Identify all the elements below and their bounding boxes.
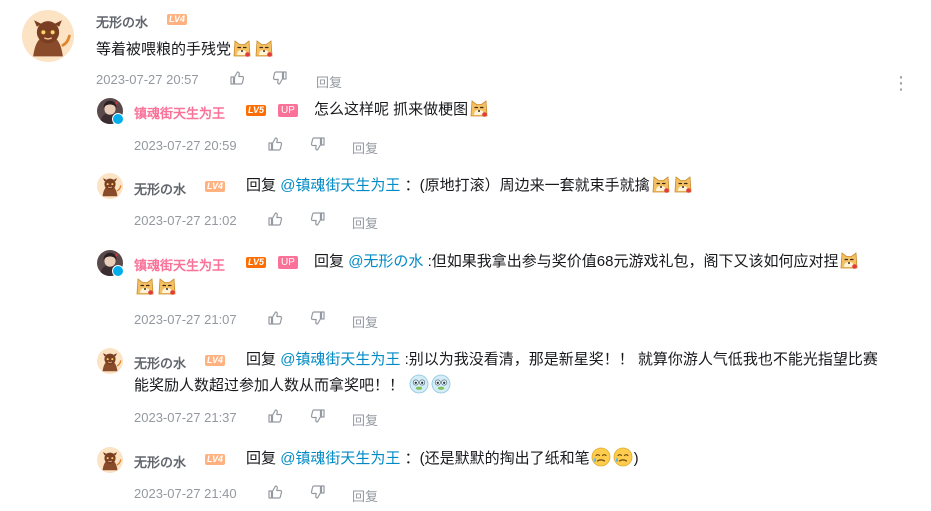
like-icon[interactable] xyxy=(267,310,283,326)
like-icon[interactable] xyxy=(267,408,283,424)
up-badge: UP xyxy=(278,256,298,269)
doge-emoji xyxy=(469,98,489,118)
level-badge: LV5 xyxy=(246,257,267,268)
cry-emoji xyxy=(613,447,633,467)
avatar[interactable] xyxy=(97,447,123,473)
reply-time: 2023-07-27 21:02 xyxy=(134,213,237,228)
mention-link[interactable]: @镇魂街天生为王 xyxy=(280,450,400,467)
doge-emoji xyxy=(651,174,671,194)
doge-emoji xyxy=(839,250,859,270)
reply-user-name[interactable]: 镇魂街天生为王 xyxy=(134,255,225,274)
reply-prefix: 回复 xyxy=(246,450,277,467)
doge-emoji xyxy=(232,38,252,58)
reply-time: 2023-07-27 21:07 xyxy=(134,312,237,327)
fish-emoji xyxy=(431,374,451,394)
reply-content: :别以为我没看清，那是新星奖！！ 就算你游人气低我也不能光指望比赛 xyxy=(404,351,878,368)
mention-link[interactable]: @镇魂街天生为王 xyxy=(280,177,400,194)
like-icon[interactable] xyxy=(229,70,245,86)
reply-user-name[interactable]: 无形の水 xyxy=(134,179,186,198)
comment-text: 等着被喂粮的手残党 xyxy=(96,38,275,62)
reply-time: 2023-07-27 21:37 xyxy=(134,410,237,425)
level-badge: LV4 xyxy=(167,14,188,25)
up-badge: UP xyxy=(278,104,298,117)
reply-user-name[interactable]: 无形の水 xyxy=(134,353,186,372)
reply-button[interactable]: 回复 xyxy=(316,72,342,91)
reply-content: ：(原地打滚）周边来一套就束手就擒 xyxy=(404,177,650,194)
reply-content: 怎么这样呢 抓来做梗图 xyxy=(314,101,469,118)
comment-user-name[interactable]: 无形の水 xyxy=(96,12,148,31)
reply-button[interactable]: 回复 xyxy=(352,410,378,429)
reply-text-continued: 能奖励人数超过参加人数从而拿奖吧！！ xyxy=(134,374,452,398)
reply-text-continued xyxy=(134,276,178,300)
like-icon[interactable] xyxy=(267,484,283,500)
comment-content: 等着被喂粮的手残党 xyxy=(96,41,232,58)
dislike-icon[interactable] xyxy=(310,310,326,326)
comment-time: 2023-07-27 20:57 xyxy=(96,72,199,87)
reply-content: ：(还是默默的掏出了纸和笔 xyxy=(404,450,590,467)
level-badge: LV4 xyxy=(205,454,226,465)
avatar[interactable] xyxy=(22,10,74,62)
reply-button[interactable]: 回复 xyxy=(352,138,378,157)
reply-text: 回复 @镇魂街天生为王 ：(原地打滚）周边来一套就束手就擒 xyxy=(246,174,694,198)
reply-text: 回复 @镇魂街天生为王 :别以为我没看清，那是新星奖！！ 就算你游人气低我也不能… xyxy=(246,348,878,372)
reply-content-end: ) xyxy=(633,450,639,467)
reply-content-line2: 能奖励人数超过参加人数从而拿奖吧！！ xyxy=(134,377,405,394)
dislike-icon[interactable] xyxy=(310,136,326,152)
level-badge: LV5 xyxy=(246,105,267,116)
reply-time: 2023-07-27 21:40 xyxy=(134,486,237,501)
cry-emoji xyxy=(591,447,611,467)
verified-badge xyxy=(112,113,124,125)
dislike-icon[interactable] xyxy=(310,408,326,424)
fish-emoji xyxy=(409,374,429,394)
reply-button[interactable]: 回复 xyxy=(352,486,378,505)
doge-emoji xyxy=(673,174,693,194)
reply-prefix: 回复 xyxy=(246,177,277,194)
reply-text: 回复 @镇魂街天生为王 ：(还是默默的掏出了纸和笔) xyxy=(246,447,639,471)
like-icon[interactable] xyxy=(267,211,283,227)
mention-link[interactable]: @镇魂街天生为王 xyxy=(280,351,400,368)
doge-emoji xyxy=(157,276,177,296)
reply-prefix: 回复 xyxy=(246,351,277,368)
doge-emoji xyxy=(135,276,155,296)
doge-emoji xyxy=(254,38,274,58)
reply-user-name[interactable]: 无形の水 xyxy=(134,452,186,471)
level-badge: LV4 xyxy=(205,355,226,366)
reply-text: 回复 @无形の水 :但如果我拿出参与奖价值68元游戏礼包，阁下又该如何应对捏 xyxy=(314,250,860,274)
reply-time: 2023-07-27 20:59 xyxy=(134,138,237,153)
reply-prefix: 回复 xyxy=(314,253,345,270)
level-badge: LV4 xyxy=(205,181,226,192)
like-icon[interactable] xyxy=(267,136,283,152)
reply-button[interactable]: 回复 xyxy=(352,312,378,331)
dislike-icon[interactable] xyxy=(310,484,326,500)
verified-badge xyxy=(112,265,124,277)
reply-user-name[interactable]: 镇魂街天生为王 xyxy=(134,103,225,122)
reply-button[interactable]: 回复 xyxy=(352,213,378,232)
dislike-icon[interactable] xyxy=(272,70,288,86)
avatar[interactable] xyxy=(97,173,123,199)
avatar[interactable] xyxy=(97,348,123,374)
mention-link[interactable]: @无形の水 xyxy=(348,253,423,270)
reply-text: 怎么这样呢 抓来做梗图 xyxy=(314,98,490,122)
more-icon[interactable]: ⋮ xyxy=(892,74,910,92)
dislike-icon[interactable] xyxy=(310,211,326,227)
reply-content: :但如果我拿出参与奖价值68元游戏礼包，阁下又该如何应对捏 xyxy=(427,253,839,270)
